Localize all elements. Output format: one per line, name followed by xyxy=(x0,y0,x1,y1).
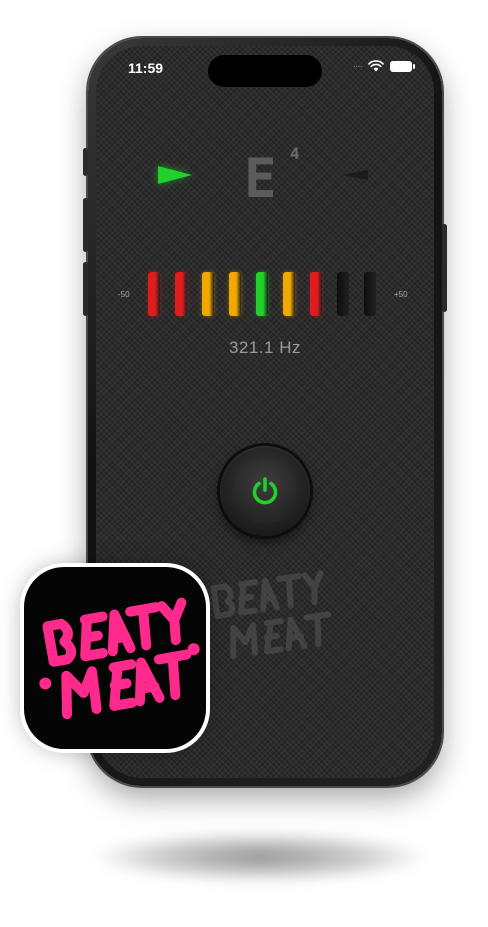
meter-segment xyxy=(310,272,322,316)
note-name: E xyxy=(244,147,278,210)
power-side-button xyxy=(442,224,447,312)
meter-segment xyxy=(148,272,160,316)
meter-segment xyxy=(202,272,214,316)
volume-down-button xyxy=(83,262,88,316)
arrow-left-indicator xyxy=(158,166,192,184)
mute-switch xyxy=(83,148,88,176)
meter-segment xyxy=(337,272,349,316)
frequency-readout: 321.1 Hz xyxy=(228,338,302,357)
dynamic-island xyxy=(208,55,322,87)
volume-up-button xyxy=(83,198,88,252)
app-icon xyxy=(24,567,206,749)
scale-max-label: +50 xyxy=(394,290,408,299)
meter-segment xyxy=(229,272,241,316)
wifi-icon xyxy=(368,60,384,72)
tuning-meter xyxy=(148,272,388,316)
meter-segment xyxy=(175,272,187,316)
meter-segment xyxy=(364,272,376,316)
power-button[interactable] xyxy=(220,446,310,536)
beaty-meat-logo-icon xyxy=(39,597,200,720)
meter-segment xyxy=(283,272,295,316)
signal-icon: ···· xyxy=(352,60,363,72)
arrow-right-indicator xyxy=(342,170,368,180)
status-time: 11:59 xyxy=(128,60,164,76)
power-button-face xyxy=(233,459,297,523)
floor-shadow xyxy=(95,832,425,882)
status-icons: ···· xyxy=(352,60,415,72)
meter-segment xyxy=(256,272,268,316)
note-octave: 4 xyxy=(290,144,300,163)
battery-icon xyxy=(390,60,415,72)
power-icon xyxy=(252,477,278,505)
background-logo-icon xyxy=(210,570,332,660)
scale-min-label: -50 xyxy=(118,290,130,299)
